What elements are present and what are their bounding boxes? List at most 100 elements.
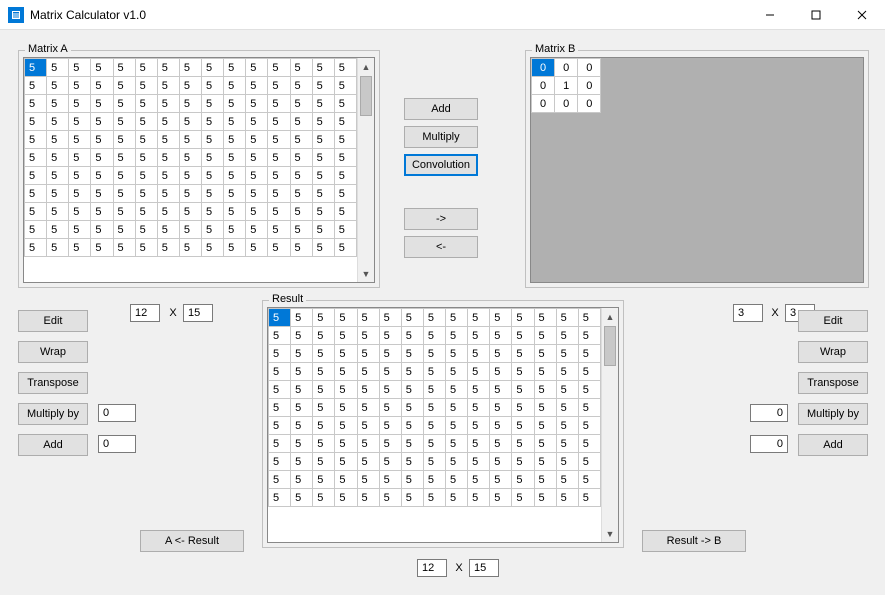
grid-cell[interactable]: 5 (313, 453, 335, 471)
grid-cell[interactable]: 5 (357, 435, 379, 453)
grid-cell[interactable]: 5 (334, 185, 356, 203)
grid-cell[interactable]: 5 (25, 131, 47, 149)
matrix-b-transpose-button[interactable]: Transpose (798, 372, 868, 394)
grid-cell[interactable]: 5 (556, 471, 578, 489)
matrix-b-multiply-by-input[interactable]: 0 (750, 404, 788, 422)
grid-cell[interactable]: 5 (291, 435, 313, 453)
grid-cell[interactable]: 5 (379, 417, 401, 435)
grid-cell[interactable]: 5 (313, 435, 335, 453)
grid-cell[interactable]: 5 (379, 309, 401, 327)
matrix-a-multiply-by-button[interactable]: Multiply by (18, 403, 88, 425)
grid-cell[interactable]: 5 (179, 77, 201, 95)
grid-cell[interactable]: 5 (91, 185, 113, 203)
grid-cell[interactable]: 5 (269, 435, 291, 453)
grid-cell[interactable]: 5 (157, 77, 179, 95)
grid-cell[interactable]: 5 (268, 167, 290, 185)
grid-cell[interactable]: 5 (313, 309, 335, 327)
a-from-result-button[interactable]: A <- Result (140, 530, 244, 552)
grid-cell[interactable]: 5 (423, 327, 445, 345)
grid-cell[interactable]: 5 (313, 399, 335, 417)
grid-cell[interactable]: 5 (313, 471, 335, 489)
grid-cell[interactable]: 5 (490, 453, 512, 471)
grid-cell[interactable]: 5 (269, 309, 291, 327)
grid-cell[interactable]: 5 (246, 239, 268, 257)
grid-cell[interactable]: 5 (334, 203, 356, 221)
matrix-b-grid[interactable]: 000010000 (531, 58, 601, 113)
grid-cell[interactable]: 5 (335, 345, 357, 363)
grid-cell[interactable]: 5 (290, 59, 312, 77)
grid-cell[interactable]: 0 (578, 59, 601, 77)
grid-cell[interactable]: 5 (423, 399, 445, 417)
grid-cell[interactable]: 5 (135, 185, 157, 203)
grid-cell[interactable]: 5 (291, 417, 313, 435)
matrix-b-wrap-button[interactable]: Wrap (798, 341, 868, 363)
matrix-a-cols-input[interactable]: 15 (183, 304, 213, 322)
grid-cell[interactable]: 5 (578, 381, 600, 399)
grid-cell[interactable]: 5 (512, 345, 534, 363)
grid-cell[interactable]: 5 (357, 309, 379, 327)
grid-cell[interactable]: 0 (578, 77, 601, 95)
grid-cell[interactable]: 5 (224, 95, 246, 113)
grid-cell[interactable]: 0 (555, 95, 578, 113)
grid-cell[interactable]: 5 (556, 489, 578, 507)
grid-cell[interactable]: 5 (446, 327, 468, 345)
grid-cell[interactable]: 5 (379, 381, 401, 399)
grid-cell[interactable]: 5 (157, 221, 179, 239)
grid-cell[interactable]: 5 (246, 113, 268, 131)
grid-cell[interactable]: 5 (312, 149, 334, 167)
grid-cell[interactable]: 5 (334, 59, 356, 77)
grid-cell[interactable]: 5 (512, 489, 534, 507)
grid-cell[interactable]: 5 (334, 77, 356, 95)
grid-cell[interactable]: 5 (335, 471, 357, 489)
grid-cell[interactable]: 5 (268, 59, 290, 77)
grid-cell[interactable]: 5 (202, 239, 224, 257)
grid-cell[interactable]: 5 (291, 471, 313, 489)
grid-cell[interactable]: 5 (113, 77, 135, 95)
grid-cell[interactable]: 5 (556, 417, 578, 435)
grid-cell[interactable]: 5 (290, 203, 312, 221)
grid-cell[interactable]: 5 (269, 345, 291, 363)
grid-cell[interactable]: 5 (578, 345, 600, 363)
result-scrollbar[interactable]: ▲ ▼ (601, 308, 618, 542)
grid-cell[interactable]: 5 (69, 95, 91, 113)
grid-cell[interactable]: 5 (202, 185, 224, 203)
grid-cell[interactable]: 5 (335, 363, 357, 381)
grid-cell[interactable]: 5 (202, 95, 224, 113)
grid-cell[interactable]: 5 (69, 221, 91, 239)
grid-cell[interactable]: 5 (202, 59, 224, 77)
grid-cell[interactable]: 5 (47, 167, 69, 185)
grid-cell[interactable]: 5 (25, 77, 47, 95)
grid-cell[interactable]: 5 (490, 363, 512, 381)
grid-cell[interactable]: 5 (179, 203, 201, 221)
grid-cell[interactable]: 5 (379, 363, 401, 381)
grid-cell[interactable]: 5 (25, 167, 47, 185)
grid-cell[interactable]: 5 (179, 239, 201, 257)
grid-cell[interactable]: 5 (401, 363, 423, 381)
grid-cell[interactable]: 5 (290, 77, 312, 95)
grid-cell[interactable]: 5 (290, 131, 312, 149)
grid-cell[interactable]: 5 (291, 453, 313, 471)
grid-cell[interactable]: 5 (179, 113, 201, 131)
grid-cell[interactable]: 5 (534, 453, 556, 471)
grid-cell[interactable]: 5 (534, 381, 556, 399)
grid-cell[interactable]: 5 (578, 489, 600, 507)
grid-cell[interactable]: 5 (157, 203, 179, 221)
grid-cell[interactable]: 5 (357, 399, 379, 417)
grid-cell[interactable]: 5 (135, 221, 157, 239)
grid-cell[interactable]: 5 (357, 345, 379, 363)
grid-cell[interactable]: 5 (269, 453, 291, 471)
grid-cell[interactable]: 5 (334, 167, 356, 185)
grid-cell[interactable]: 5 (202, 131, 224, 149)
grid-cell[interactable]: 5 (268, 203, 290, 221)
grid-cell[interactable]: 5 (202, 203, 224, 221)
grid-cell[interactable]: 5 (224, 203, 246, 221)
grid-cell[interactable]: 5 (313, 345, 335, 363)
grid-cell[interactable]: 5 (69, 113, 91, 131)
grid-cell[interactable]: 5 (246, 185, 268, 203)
grid-cell[interactable]: 5 (423, 363, 445, 381)
grid-cell[interactable]: 5 (312, 95, 334, 113)
grid-cell[interactable]: 5 (224, 149, 246, 167)
grid-cell[interactable]: 5 (47, 59, 69, 77)
grid-cell[interactable]: 5 (490, 435, 512, 453)
grid-cell[interactable]: 5 (290, 149, 312, 167)
